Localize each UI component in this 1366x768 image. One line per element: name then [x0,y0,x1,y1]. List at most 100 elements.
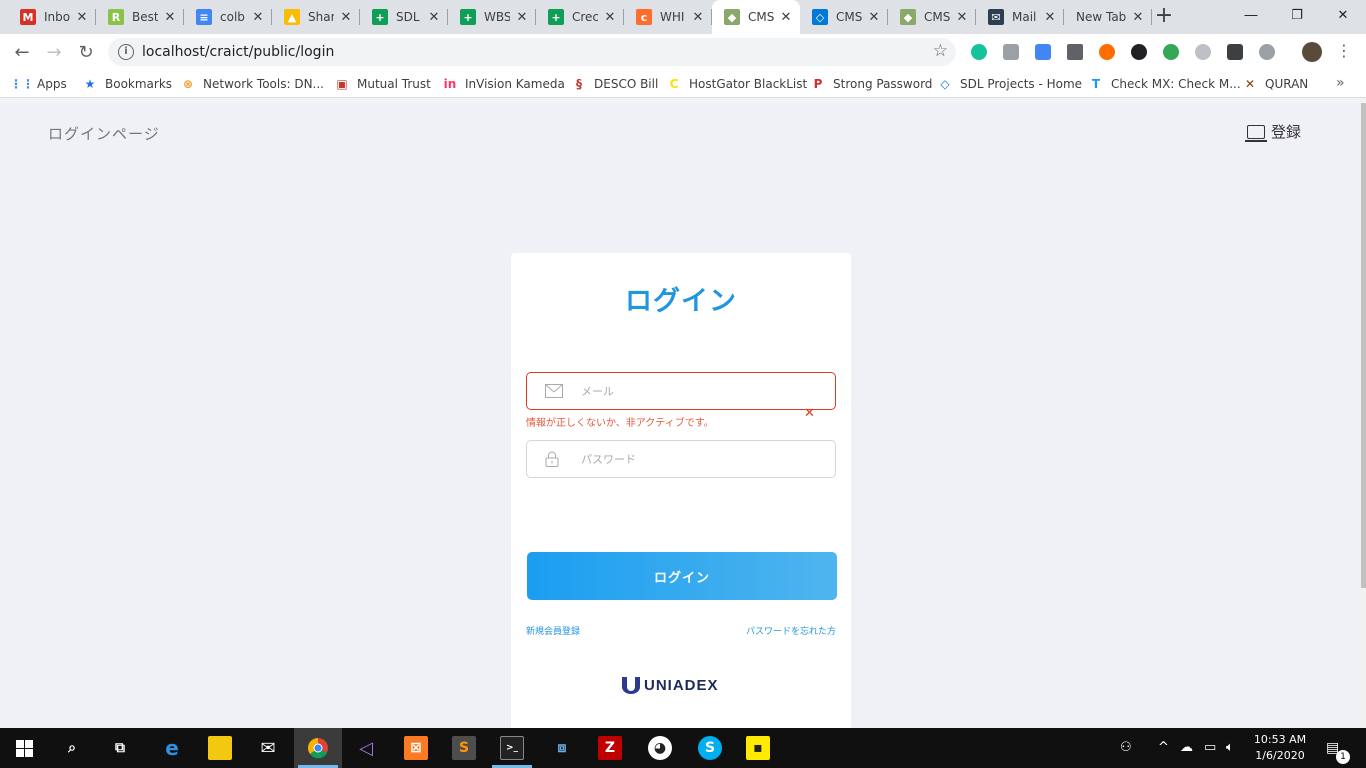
tab-close-icon[interactable]: ✕ [954,9,970,25]
cpanel-icon: c [636,9,652,25]
edge-browser-icon[interactable]: e [160,736,184,760]
tab-close-icon[interactable]: ✕ [778,9,794,25]
sticky-notes-icon[interactable]: ▪ [746,736,770,760]
tab-title: CMS [924,10,950,24]
envelope-icon [545,384,563,398]
new-tab-button[interactable]: + [1152,5,1176,29]
network-app-icon[interactable]: ⧈ [550,736,574,760]
qr-code-extension-icon[interactable] [1067,44,1083,60]
tab-close-icon[interactable]: ✕ [1130,9,1146,25]
task-view-icon[interactable]: ⧉ [108,736,132,760]
onedrive-cloud-icon[interactable]: ☁ [1180,740,1193,755]
google-sheets-icon: + [460,9,476,25]
xampp-icon[interactable]: ⊠ [404,736,428,760]
tab-1[interactable]: R Best ✕ [96,0,184,34]
error-close-icon[interactable]: ✕ [804,406,815,421]
filezilla-icon[interactable]: Z [598,736,622,760]
bookmark-item[interactable]: ✕ QURAN [1242,75,1308,93]
tab-close-icon[interactable]: ✕ [1042,9,1058,25]
camera-extension-icon[interactable] [1003,44,1019,60]
file-explorer-icon[interactable] [208,736,232,760]
notification-count-badge: 1 [1336,750,1350,764]
tab-3[interactable]: ▲ Shar ✕ [272,0,360,34]
tray-overflow-icon[interactable]: ^ [1158,740,1169,755]
forgot-password-link[interactable]: パスワードを忘れた方 [746,624,836,637]
bookmark-item[interactable]: ◇ SDL Projects - Home [937,75,1082,93]
tab-2[interactable]: ≡ colb ✕ [184,0,272,34]
link-extension-icon[interactable] [1195,44,1211,60]
login-button[interactable]: ログイン [527,552,837,600]
register-link[interactable]: 登録 [1245,121,1301,142]
scrollbar-thumb[interactable] [1361,103,1366,588]
tab-7[interactable]: c WHI ✕ [624,0,712,34]
tab-11[interactable]: ✉ Mail ✕ [976,0,1064,34]
mail-icon: ✉ [988,9,1004,25]
gimp-icon[interactable]: ◕ [648,736,672,760]
tab-close-icon[interactable]: ✕ [690,9,706,25]
mask-extension-icon[interactable] [1227,44,1243,60]
bookmark-label: Apps [37,77,67,91]
url-text[interactable]: localhost/craict/public/login [142,44,334,60]
network-extension-icon[interactable] [1131,44,1147,60]
tab-close-icon[interactable]: ✕ [250,9,266,25]
browser-menu-icon[interactable]: ⋮ [1336,42,1352,62]
bookmark-item[interactable]: § DESCO Bill [571,75,658,93]
signup-link[interactable]: 新規会員登録 [526,624,580,637]
grammarly-extension-icon[interactable] [971,44,987,60]
page-content: ログインページ 登録 ログイン 情報が正しくないか、非アクティブです。 ✕ ログ… [0,103,1358,728]
mail-app-icon[interactable]: ✉ [256,736,280,760]
tab-9[interactable]: ◇ CMS ✕ [800,0,888,34]
bookmark-star-icon[interactable]: ☆ [933,41,948,61]
tab-close-icon[interactable]: ✕ [74,9,90,25]
minimize-button[interactable]: ― [1228,0,1274,30]
more-bookmarks-icon[interactable]: » [1336,75,1345,91]
bookmark-item[interactable]: ▣ Mutual Trust [334,75,431,93]
bookmark-item[interactable]: ⋮⋮ Apps [10,75,67,93]
email-input[interactable] [581,379,821,403]
terminal-icon[interactable]: >_ [500,736,524,760]
globe-extension-icon[interactable] [1163,44,1179,60]
reload-icon[interactable]: ↻ [72,38,100,66]
tab-close-icon[interactable]: ✕ [338,9,354,25]
people-icon[interactable]: ⚇ [1120,740,1132,755]
restore-button[interactable]: ❐ [1274,0,1320,30]
volume-icon[interactable]: 🔈︎ [1226,740,1234,755]
bookmark-item[interactable]: P Strong Password [810,75,933,93]
tab-title: CMS [748,10,774,24]
tab-close-icon[interactable]: ✕ [866,9,882,25]
password-input[interactable] [581,447,821,471]
bookmark-item[interactable]: in InVision Kameda [442,75,565,93]
search-icon[interactable]: ⌕ [60,736,84,760]
forward-arrow-icon[interactable]: → [40,38,68,66]
tab-close-icon[interactable]: ✕ [162,9,178,25]
tab-10[interactable]: ◆ CMS ✕ [888,0,976,34]
extension-orange-icon[interactable] [1099,44,1115,60]
tab-close-icon[interactable]: ✕ [426,9,442,25]
translate-extension-icon[interactable] [1035,44,1051,60]
site-info-icon[interactable]: i [118,44,134,60]
address-bar[interactable]: i localhost/craict/public/login ☆ [108,38,956,66]
profile-avatar[interactable] [1302,42,1322,62]
tab-12[interactable]: New Tab ✕ [1064,0,1152,34]
bookmark-item[interactable]: C HostGator BlackList [666,75,808,93]
tab-0[interactable]: M Inbo ✕ [8,0,96,34]
windows-start-icon[interactable] [12,736,36,760]
tab-5[interactable]: + WBS ✕ [448,0,536,34]
check-extension-icon[interactable] [1259,44,1275,60]
tab-6[interactable]: + Crec ✕ [536,0,624,34]
network-icon[interactable]: ▭ [1204,740,1216,755]
tab-8[interactable]: ◆ CMS ✕ [712,0,800,34]
bookmark-item[interactable]: T Check MX: Check M... [1088,75,1241,93]
tab-4[interactable]: + SDL ✕ [360,0,448,34]
system-clock[interactable]: 10:53 AM 1/6/2020 [1252,732,1308,764]
close-window-button[interactable]: ✕ [1320,0,1366,30]
bookmark-item[interactable]: ★ Bookmarks [82,75,172,93]
sublime-text-icon[interactable]: S [452,736,476,760]
skype-icon[interactable]: S [698,736,722,760]
visual-studio-icon[interactable]: ◁ [354,736,378,760]
chrome-icon[interactable] [306,736,330,760]
back-arrow-icon[interactable]: ← [8,38,36,66]
bookmark-item[interactable]: ⊗ Network Tools: DN... [180,75,324,93]
tab-close-icon[interactable]: ✕ [514,9,530,25]
tab-close-icon[interactable]: ✕ [602,9,618,25]
